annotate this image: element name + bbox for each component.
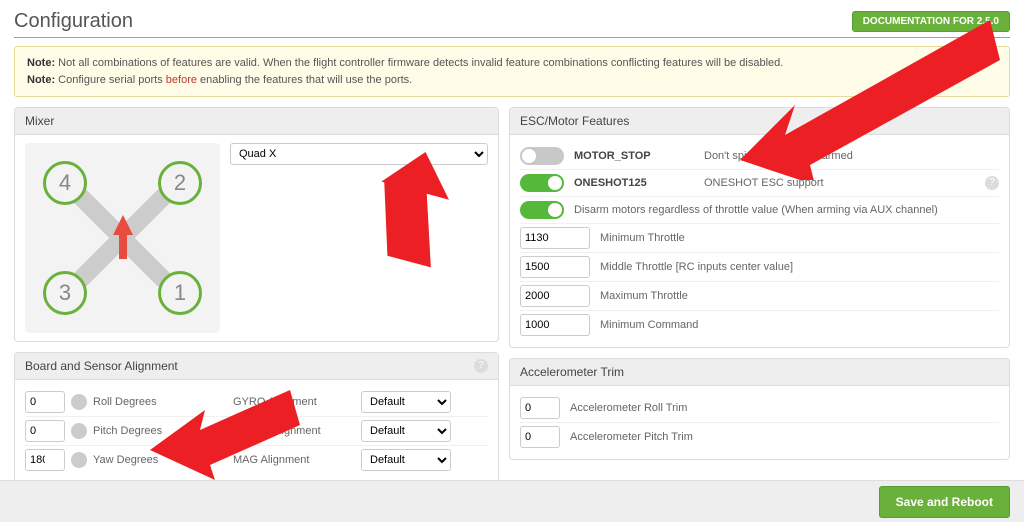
mag-align-label: MAG Alignment (233, 454, 353, 466)
pitch-degrees-input[interactable] (25, 420, 65, 442)
esc-body: MOTOR_STOP Don't spin motors when armed … (510, 135, 1009, 347)
mixer-select-wrap: Quad X (230, 143, 488, 333)
accel-trim-title: Accelerometer Trim (520, 365, 624, 379)
mid-throttle-row: Middle Throttle [RC inputs center value] (520, 253, 999, 282)
oneshot125-desc: ONESHOT ESC support (704, 177, 975, 189)
min-command-label: Minimum Command (600, 319, 698, 331)
motor-3-icon: 3 (43, 271, 87, 315)
note-text-2a: Configure serial ports (58, 74, 166, 86)
min-command-row: Minimum Command (520, 311, 999, 339)
accel-pitch-trim-label: Accelerometer Pitch Trim (570, 431, 693, 443)
disarm-desc: Disarm motors regardless of throttle val… (574, 204, 999, 216)
mag-alignment-select[interactable]: Default (361, 449, 451, 471)
max-throttle-label: Maximum Throttle (600, 290, 688, 302)
motor-1-icon: 1 (158, 271, 202, 315)
alignment-panel: Board and Sensor Alignment ? Roll Degree… (14, 352, 499, 483)
save-and-reboot-button[interactable]: Save and Reboot (879, 486, 1010, 518)
mid-throttle-label: Middle Throttle [RC inputs center value] (600, 261, 793, 273)
accel-alignment-select[interactable]: Default (361, 420, 451, 442)
oneshot125-name: ONESHOT125 (574, 177, 694, 189)
mid-throttle-input[interactable] (520, 256, 590, 278)
accel-trim-body: Accelerometer Roll Trim Accelerometer Pi… (510, 386, 1009, 459)
forward-arrow-icon (113, 215, 133, 235)
max-throttle-input[interactable] (520, 285, 590, 307)
esc-panel-head: ESC/Motor Features (510, 108, 1009, 135)
footer-bar: Save and Reboot (0, 480, 1024, 522)
accel-trim-panel: Accelerometer Trim Accelerometer Roll Tr… (509, 358, 1010, 460)
mixer-type-select[interactable]: Quad X (230, 143, 488, 165)
note-before-word: before (166, 74, 197, 86)
min-throttle-label: Minimum Throttle (600, 232, 685, 244)
esc-panel: ESC/Motor Features MOTOR_STOP Don't spin… (509, 107, 1010, 348)
motor-stop-toggle[interactable] (520, 147, 564, 165)
min-command-input[interactable] (520, 314, 590, 336)
mixer-diagram: 1 2 3 4 (25, 143, 220, 333)
min-throttle-input[interactable] (520, 227, 590, 249)
note-text-1: Not all combinations of features are val… (58, 57, 783, 69)
documentation-button[interactable]: DOCUMENTATION FOR 2.5.0 (852, 11, 1010, 32)
mixer-panel-head: Mixer (15, 108, 498, 135)
oneshot125-row: ONESHOT125 ONESHOT ESC support ? (520, 170, 999, 197)
min-throttle-row: Minimum Throttle (520, 224, 999, 253)
motor-stop-desc: Don't spin motors when armed (704, 150, 999, 162)
align-row-pitch: Pitch Degrees ACCEL Alignment Default (25, 417, 488, 446)
mixer-title: Mixer (25, 114, 54, 128)
motor-2-icon: 2 (158, 161, 202, 205)
accel-roll-trim-input[interactable] (520, 397, 560, 419)
pitch-axis-icon (71, 423, 87, 439)
roll-degrees-input[interactable] (25, 391, 65, 413)
accel-pitch-trim-row: Accelerometer Pitch Trim (520, 423, 999, 451)
right-column: ESC/Motor Features MOTOR_STOP Don't spin… (509, 107, 1010, 483)
motor-4-icon: 4 (43, 161, 87, 205)
mixer-panel: Mixer 1 2 3 4 Quad X (14, 107, 499, 342)
page-header: Configuration DOCUMENTATION FOR 2.5.0 (14, 10, 1010, 38)
alignment-body: Roll Degrees GYRO Alignment Default Pitc… (15, 380, 498, 482)
yaw-degrees-input[interactable] (25, 449, 65, 471)
accel-roll-trim-label: Accelerometer Roll Trim (570, 402, 687, 414)
disarm-row: Disarm motors regardless of throttle val… (520, 197, 999, 224)
alignment-panel-head: Board and Sensor Alignment ? (15, 353, 498, 380)
help-icon[interactable]: ? (985, 176, 999, 190)
align-row-yaw: Yaw Degrees MAG Alignment Default (25, 446, 488, 474)
notes-box: Note: Not all combinations of features a… (14, 46, 1010, 97)
motor-stop-name: MOTOR_STOP (574, 150, 694, 162)
pitch-label: Pitch Degrees (93, 425, 162, 437)
note-prefix: Note: (27, 57, 55, 69)
accel-pitch-trim-input[interactable] (520, 426, 560, 448)
gyro-align-label: GYRO Alignment (233, 396, 353, 408)
oneshot125-toggle[interactable] (520, 174, 564, 192)
align-row-roll: Roll Degrees GYRO Alignment Default (25, 388, 488, 417)
main-two-column: Mixer 1 2 3 4 Quad X (14, 107, 1010, 483)
note-text-2b: enabling the features that will use the … (197, 74, 412, 86)
help-icon[interactable]: ? (474, 359, 488, 373)
note-prefix: Note: (27, 74, 55, 86)
roll-axis-icon (71, 394, 87, 410)
accel-roll-trim-row: Accelerometer Roll Trim (520, 394, 999, 423)
gyro-alignment-select[interactable]: Default (361, 391, 451, 413)
yaw-label: Yaw Degrees (93, 454, 158, 466)
esc-title: ESC/Motor Features (520, 114, 629, 128)
max-throttle-row: Maximum Throttle (520, 282, 999, 311)
alignment-title: Board and Sensor Alignment (25, 359, 178, 373)
page: Configuration DOCUMENTATION FOR 2.5.0 No… (0, 0, 1024, 483)
yaw-axis-icon (71, 452, 87, 468)
motor-stop-row: MOTOR_STOP Don't spin motors when armed (520, 143, 999, 170)
page-title: Configuration (14, 10, 133, 33)
roll-label: Roll Degrees (93, 396, 157, 408)
disarm-toggle[interactable] (520, 201, 564, 219)
mixer-body: 1 2 3 4 Quad X (15, 135, 498, 341)
accel-trim-head: Accelerometer Trim (510, 359, 1009, 386)
left-column: Mixer 1 2 3 4 Quad X (14, 107, 499, 483)
accel-align-label: ACCEL Alignment (233, 425, 353, 437)
